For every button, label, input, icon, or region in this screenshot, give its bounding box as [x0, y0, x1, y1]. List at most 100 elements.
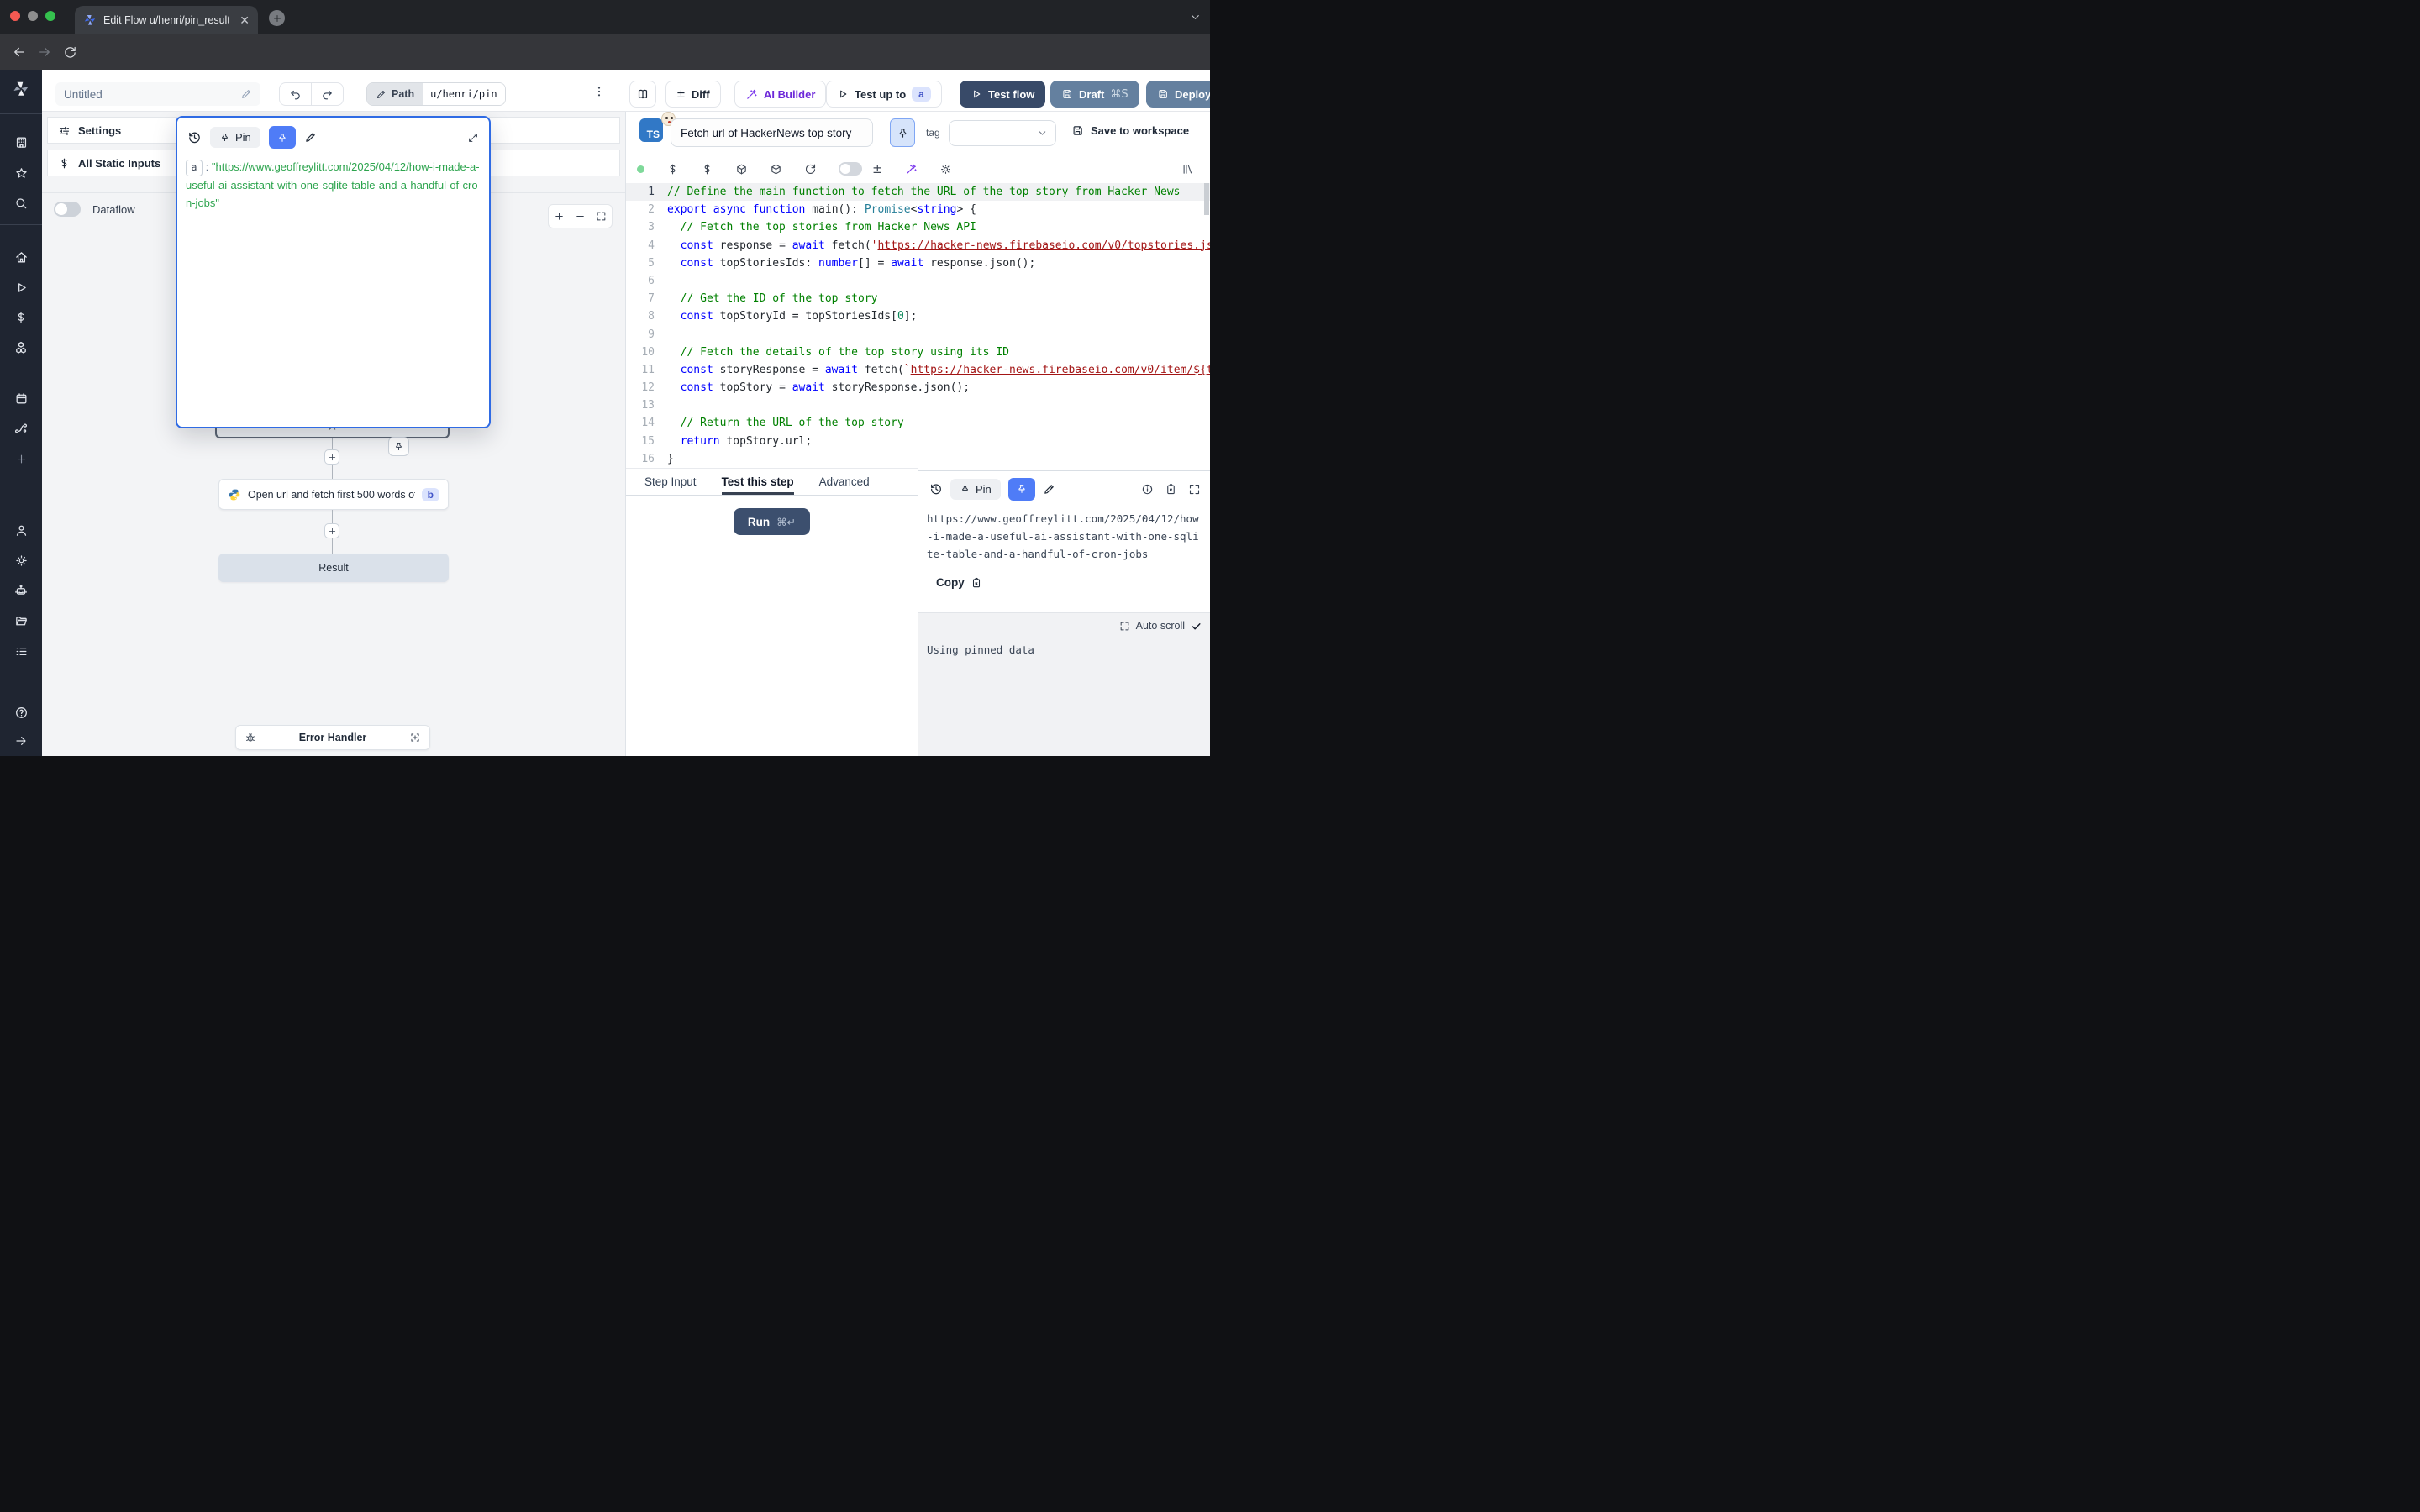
- editor-toggle[interactable]: [839, 162, 862, 176]
- test-up-to-button[interactable]: Test up to a: [826, 81, 942, 108]
- code-line[interactable]: 15 return topStory.url;: [626, 433, 1210, 450]
- reload-deps-icon[interactable]: [804, 163, 817, 176]
- code-line[interactable]: 13: [626, 396, 1210, 414]
- resources-icon[interactable]: [701, 163, 713, 176]
- add-error-handler-icon[interactable]: [409, 732, 421, 743]
- insert-step-button[interactable]: [324, 449, 339, 465]
- code-line[interactable]: 14 // Return the URL of the top story: [626, 414, 1210, 432]
- browser-tab[interactable]: Edit Flow u/henri/pin_results ✕: [75, 6, 258, 34]
- sidebar-folders-icon[interactable]: [0, 610, 42, 632]
- run-button[interactable]: Run ⌘↵: [734, 508, 810, 535]
- sidebar-workspace-icon[interactable]: [0, 131, 42, 153]
- test-flow-button[interactable]: Test flow: [960, 81, 1045, 108]
- flow-node-b[interactable]: Open url and fetch first 500 words of ..…: [218, 479, 449, 510]
- auto-scroll-control[interactable]: Auto scroll: [1119, 620, 1202, 632]
- result-history-icon[interactable]: [929, 482, 943, 496]
- code-line[interactable]: 10 // Fetch the details of the top story…: [626, 344, 1210, 361]
- sidebar-search-icon[interactable]: [0, 192, 42, 214]
- code-line[interactable]: 4 const response = await fetch('https://…: [626, 237, 1210, 255]
- path-chip[interactable]: Path u/henri/pin: [366, 82, 506, 106]
- sidebar-workers-icon[interactable]: [0, 580, 42, 601]
- code-line[interactable]: 16}: [626, 450, 1210, 468]
- draft-button[interactable]: Draft ⌘S: [1050, 81, 1139, 108]
- edit-pin-pencil-icon[interactable]: [304, 131, 317, 144]
- flow-result-node[interactable]: Result: [218, 554, 449, 582]
- sidebar-logs-icon[interactable]: [0, 640, 42, 662]
- sidebar-resources-icon[interactable]: [0, 337, 42, 359]
- error-handler-node[interactable]: Error Handler: [235, 725, 430, 750]
- traffic-close[interactable]: [10, 11, 20, 21]
- code-line[interactable]: 3 // Fetch the top stories from Hacker N…: [626, 218, 1210, 236]
- sidebar-schedules-icon[interactable]: [0, 387, 42, 409]
- result-pin-active-tab[interactable]: [1008, 478, 1035, 501]
- info-icon[interactable]: [1141, 483, 1154, 496]
- more-options-kebab[interactable]: [592, 85, 606, 98]
- copy-button[interactable]: Copy: [936, 576, 982, 589]
- forward-button[interactable]: [32, 39, 57, 65]
- result-value[interactable]: https://www.geoffreylitt.com/2025/04/12/…: [927, 510, 1204, 563]
- sidebar-settings-icon[interactable]: [0, 549, 42, 571]
- code-line[interactable]: 5 const topStoriesIds: number[] = await …: [626, 255, 1210, 272]
- code-line[interactable]: 6: [626, 272, 1210, 290]
- pinned-arg-json[interactable]: a : "https://www.geoffreylitt.com/2025/0…: [186, 158, 480, 212]
- code-line[interactable]: 12 const topStory = await storyResponse.…: [626, 379, 1210, 396]
- edit-result-pencil-icon[interactable]: [1043, 483, 1055, 496]
- variables-icon[interactable]: [666, 163, 679, 176]
- zoom-out-button[interactable]: [570, 205, 591, 228]
- code-line[interactable]: 1// Define the main function to fetch th…: [626, 183, 1210, 201]
- copy-result-icon[interactable]: [1165, 483, 1177, 496]
- editor-scrollbar[interactable]: [1204, 183, 1209, 215]
- windmill-logo[interactable]: [0, 78, 42, 100]
- sidebar-home-icon[interactable]: [0, 246, 42, 268]
- dataflow-toggle[interactable]: [54, 202, 81, 217]
- tab-advanced[interactable]: Advanced: [819, 469, 870, 495]
- traffic-zoom[interactable]: [45, 11, 55, 21]
- traffic-minimize[interactable]: [28, 11, 38, 21]
- edit-name-pencil-icon[interactable]: [240, 88, 252, 100]
- step-pin-button[interactable]: [890, 118, 915, 147]
- sidebar-variables-icon[interactable]: [0, 307, 42, 328]
- new-tab-button[interactable]: [269, 10, 285, 26]
- zoom-in-button[interactable]: [549, 205, 570, 228]
- code-editor[interactable]: 1// Define the main function to fetch th…: [626, 183, 1210, 468]
- ai-builder-button[interactable]: AI Builder: [734, 81, 826, 108]
- sidebar-users-icon[interactable]: [0, 519, 42, 541]
- package-icon[interactable]: [735, 163, 748, 176]
- sidebar-help-icon[interactable]: [0, 701, 42, 723]
- sidebar-favorites-icon[interactable]: [0, 162, 42, 184]
- fit-view-button[interactable]: [591, 205, 612, 228]
- pin-active-tab[interactable]: [269, 126, 296, 149]
- flow-name-field[interactable]: Untitled: [55, 82, 260, 106]
- tab-close-icon[interactable]: ✕: [239, 13, 250, 28]
- redo-button[interactable]: [311, 83, 343, 105]
- expand-result-icon[interactable]: [1188, 483, 1201, 496]
- node-a-pin-badge[interactable]: [388, 437, 409, 456]
- tab-test-this-step[interactable]: Test this step: [722, 469, 794, 495]
- tag-select[interactable]: [949, 120, 1056, 146]
- tab-search-button[interactable]: [1189, 11, 1202, 24]
- sidebar-runs-icon[interactable]: [0, 276, 42, 298]
- back-button[interactable]: [7, 39, 32, 65]
- library-icon[interactable]: [1181, 163, 1194, 176]
- history-icon[interactable]: [187, 130, 202, 144]
- sidebar-expand-icon[interactable]: [0, 730, 42, 752]
- code-line[interactable]: 7 // Get the ID of the top story: [626, 290, 1210, 307]
- docs-button[interactable]: [629, 81, 656, 108]
- expand-popup-icon[interactable]: [467, 132, 479, 144]
- diff-mode-icon[interactable]: ±: [872, 161, 883, 176]
- reload-button[interactable]: [57, 39, 82, 65]
- step-title-input[interactable]: [671, 118, 873, 147]
- code-line[interactable]: 9: [626, 326, 1210, 344]
- undo-button[interactable]: [280, 83, 311, 105]
- package-icon[interactable]: [770, 163, 782, 176]
- insert-step-button[interactable]: [324, 523, 339, 538]
- pin-tab[interactable]: Pin: [210, 127, 260, 148]
- deploy-button[interactable]: Deploy: [1146, 81, 1210, 108]
- result-pin-tab[interactable]: Pin: [950, 479, 1001, 500]
- tab-step-input[interactable]: Step Input: [644, 469, 697, 495]
- save-to-workspace-button[interactable]: Save to workspace: [1071, 124, 1189, 137]
- sidebar-triggers-icon[interactable]: [0, 417, 42, 439]
- code-line[interactable]: 2export async function main(): Promise<s…: [626, 201, 1210, 218]
- diff-button[interactable]: ±Diff: [666, 81, 721, 108]
- sidebar-add-icon[interactable]: [0, 448, 42, 470]
